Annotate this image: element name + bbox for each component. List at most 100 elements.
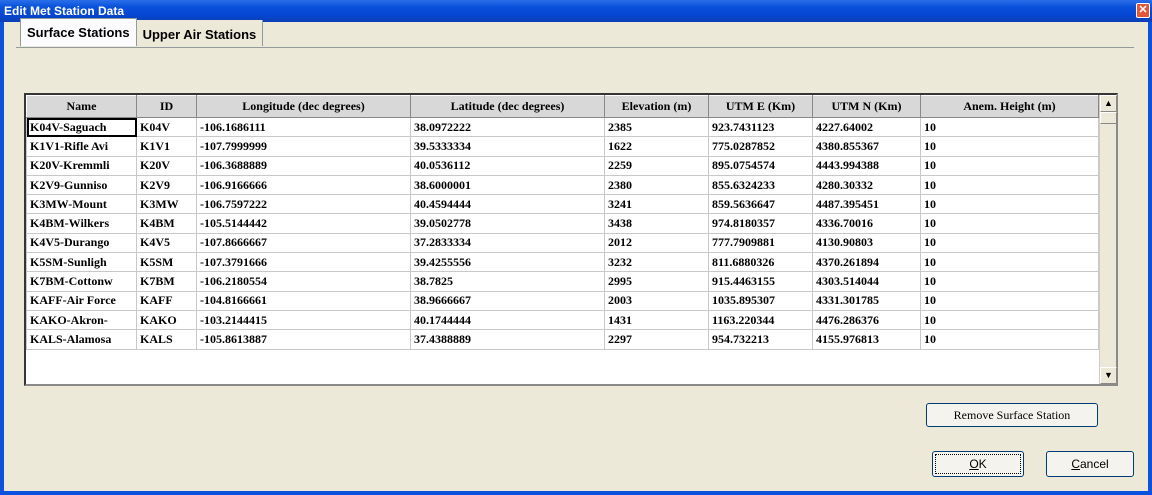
ok-button[interactable]: OK xyxy=(932,451,1024,477)
table-cell[interactable]: 4487.395451 xyxy=(812,194,921,215)
table-cell[interactable]: 38.7825 xyxy=(410,271,605,292)
table-cell[interactable]: KAFF xyxy=(136,290,197,311)
table-cell[interactable]: KAKO xyxy=(136,309,197,331)
table-cell[interactable]: 40.0536112 xyxy=(410,155,605,176)
table-cell[interactable]: K3MW xyxy=(136,194,197,215)
column-header[interactable]: Anem. Height (m) xyxy=(920,95,1099,118)
table-cell[interactable]: K2V9 xyxy=(136,174,197,196)
cancel-button[interactable]: Cancel xyxy=(1046,451,1134,477)
table-cell[interactable]: 10 xyxy=(920,290,1099,311)
tab-upper-air-stations[interactable]: Upper Air Stations xyxy=(136,20,264,46)
column-header[interactable]: Longitude (dec degrees) xyxy=(196,95,411,118)
table-cell[interactable]: 4336.70016 xyxy=(812,213,921,234)
table-row[interactable]: K4BM-Wilkers K4BM -105.5144442 39.0502778 34… xyxy=(26,213,1099,234)
table-cell[interactable]: 39.4255556 xyxy=(410,252,605,273)
table-row[interactable]: K20V-Kremmli K20V -106.3688889 40.0536112 22… xyxy=(26,155,1099,176)
table-cell[interactable]: KALS-Alamosa xyxy=(26,329,137,350)
table-cell[interactable]: 974.8180357 xyxy=(708,213,813,234)
table-row[interactable]: K2V9-Gunniso K2V9 -106.9166666 38.6000001 23… xyxy=(26,174,1099,196)
table-row[interactable]: K1V1-Rifle Avi K1V1 -107.7999999 39.5333334… xyxy=(26,136,1099,157)
table-row[interactable]: K04V-Saguach K04V -106.1686111 38.0972222 23… xyxy=(26,116,1099,138)
table-cell[interactable]: K1V1 xyxy=(136,136,197,157)
close-button[interactable]: ✕ xyxy=(1136,3,1150,18)
table-cell[interactable]: 2385 xyxy=(604,116,709,138)
table-cell[interactable]: 2259 xyxy=(604,155,709,176)
table-cell[interactable]: KALS xyxy=(136,329,197,350)
table-row[interactable]: KAFF-Air Force KAFF -104.8166661 38.9666667… xyxy=(26,290,1099,311)
table-cell[interactable]: 10 xyxy=(920,309,1099,331)
table-cell[interactable]: 954.732213 xyxy=(708,329,813,350)
table-cell[interactable]: K3MW-Mount xyxy=(26,194,137,215)
table-cell[interactable]: -105.8613887 xyxy=(196,329,411,350)
table-cell[interactable]: 40.1744444 xyxy=(410,309,605,331)
table-cell[interactable]: 4303.514044 xyxy=(812,271,921,292)
table-cell[interactable]: K4BM-Wilkers xyxy=(26,213,137,234)
table-cell[interactable]: 37.4388889 xyxy=(410,329,605,350)
table-row[interactable]: KALS-Alamosa KALS -105.8613887 37.4388889 22… xyxy=(26,329,1099,350)
table-cell[interactable]: -106.1686111 xyxy=(196,116,411,138)
table-row[interactable]: K7BM-Cottonw K7BM -106.2180554 38.7825 2995 9… xyxy=(26,271,1099,292)
table-cell[interactable]: 10 xyxy=(920,252,1099,273)
table-cell[interactable]: 895.0754574 xyxy=(708,155,813,176)
scroll-down-icon[interactable]: ▼ xyxy=(1100,367,1117,384)
table-cell[interactable]: -107.3791666 xyxy=(196,252,411,273)
column-header[interactable]: Latitude (dec degrees) xyxy=(410,95,605,118)
table-cell[interactable]: KAKO-Akron- xyxy=(26,309,137,331)
table-cell[interactable]: 2380 xyxy=(604,174,709,196)
table-cell[interactable]: K1V1-Rifle Avi xyxy=(26,136,137,157)
table-cell[interactable]: 10 xyxy=(920,155,1099,176)
table-cell[interactable]: 811.6880326 xyxy=(708,252,813,273)
scroll-thumb[interactable] xyxy=(1100,112,1117,124)
table-cell[interactable]: 4331.301785 xyxy=(812,290,921,311)
table-cell[interactable]: 10 xyxy=(920,136,1099,157)
table-cell[interactable]: -104.8166661 xyxy=(196,290,411,311)
table-cell[interactable]: 2297 xyxy=(604,329,709,350)
table-cell[interactable]: 2003 xyxy=(604,290,709,311)
table-cell[interactable]: 1035.895307 xyxy=(708,290,813,311)
table-cell[interactable]: 40.4594444 xyxy=(410,194,605,215)
table-cell[interactable]: K4V5-Durango xyxy=(26,232,137,254)
table-cell[interactable]: 10 xyxy=(920,329,1099,350)
table-cell[interactable]: 39.5333334 xyxy=(410,136,605,157)
table-cell[interactable]: 4476.286376 xyxy=(812,309,921,331)
vertical-scrollbar[interactable]: ▲ ▼ xyxy=(1099,95,1117,384)
column-header[interactable]: UTM N (Km) xyxy=(812,95,921,118)
table-row[interactable]: KAKO-Akron- KAKO -103.2144415 40.1744444 143… xyxy=(26,309,1099,331)
table-cell[interactable]: -106.7597222 xyxy=(196,194,411,215)
table-cell[interactable]: 775.0287852 xyxy=(708,136,813,157)
table-cell[interactable]: -106.2180554 xyxy=(196,271,411,292)
table-cell[interactable]: -105.5144442 xyxy=(196,213,411,234)
column-header[interactable]: ID xyxy=(136,95,197,118)
table-cell[interactable]: 38.6000001 xyxy=(410,174,605,196)
column-header[interactable]: Elevation (m) xyxy=(604,95,709,118)
table-cell[interactable]: 4227.64002 xyxy=(812,116,921,138)
column-header[interactable]: Name xyxy=(26,95,137,118)
table-cell[interactable]: 3438 xyxy=(604,213,709,234)
table-row[interactable]: K5SM-Sunligh K5SM -107.3791666 39.4255556 32… xyxy=(26,252,1099,273)
table-row[interactable]: K3MW-Mount K3MW -106.7597222 40.4594444 3241… xyxy=(26,194,1099,215)
table-cell[interactable]: 915.4463155 xyxy=(708,271,813,292)
table-cell[interactable]: 1163.220344 xyxy=(708,309,813,331)
table-cell[interactable]: K2V9-Gunniso xyxy=(26,174,137,196)
table-cell[interactable]: K20V-Kremmli xyxy=(26,155,137,176)
table-cell[interactable]: -107.7999999 xyxy=(196,136,411,157)
table-cell[interactable]: 3241 xyxy=(604,194,709,215)
table-cell[interactable]: 37.2833334 xyxy=(410,232,605,254)
table-cell[interactable]: 4370.261894 xyxy=(812,252,921,273)
table-cell[interactable]: 38.0972222 xyxy=(410,116,605,138)
tab-surface-stations[interactable]: Surface Stations xyxy=(20,18,137,46)
table-cell[interactable]: 855.6324233 xyxy=(708,174,813,196)
table-cell[interactable]: -103.2144415 xyxy=(196,309,411,331)
table-cell[interactable]: K4V5 xyxy=(136,232,197,254)
table-cell[interactable]: 4380.855367 xyxy=(812,136,921,157)
table-cell[interactable]: -107.8666667 xyxy=(196,232,411,254)
table-cell[interactable]: 859.5636647 xyxy=(708,194,813,215)
table-cell[interactable]: 10 xyxy=(920,194,1099,215)
table-cell[interactable]: 2995 xyxy=(604,271,709,292)
column-header[interactable]: UTM E (Km) xyxy=(708,95,813,118)
table-cell[interactable]: K7BM xyxy=(136,271,197,292)
table-cell[interactable]: 4280.30332 xyxy=(812,174,921,196)
table-cell[interactable]: 777.7909881 xyxy=(708,232,813,254)
table-cell[interactable]: 4443.994388 xyxy=(812,155,921,176)
table-cell[interactable]: -106.3688889 xyxy=(196,155,411,176)
